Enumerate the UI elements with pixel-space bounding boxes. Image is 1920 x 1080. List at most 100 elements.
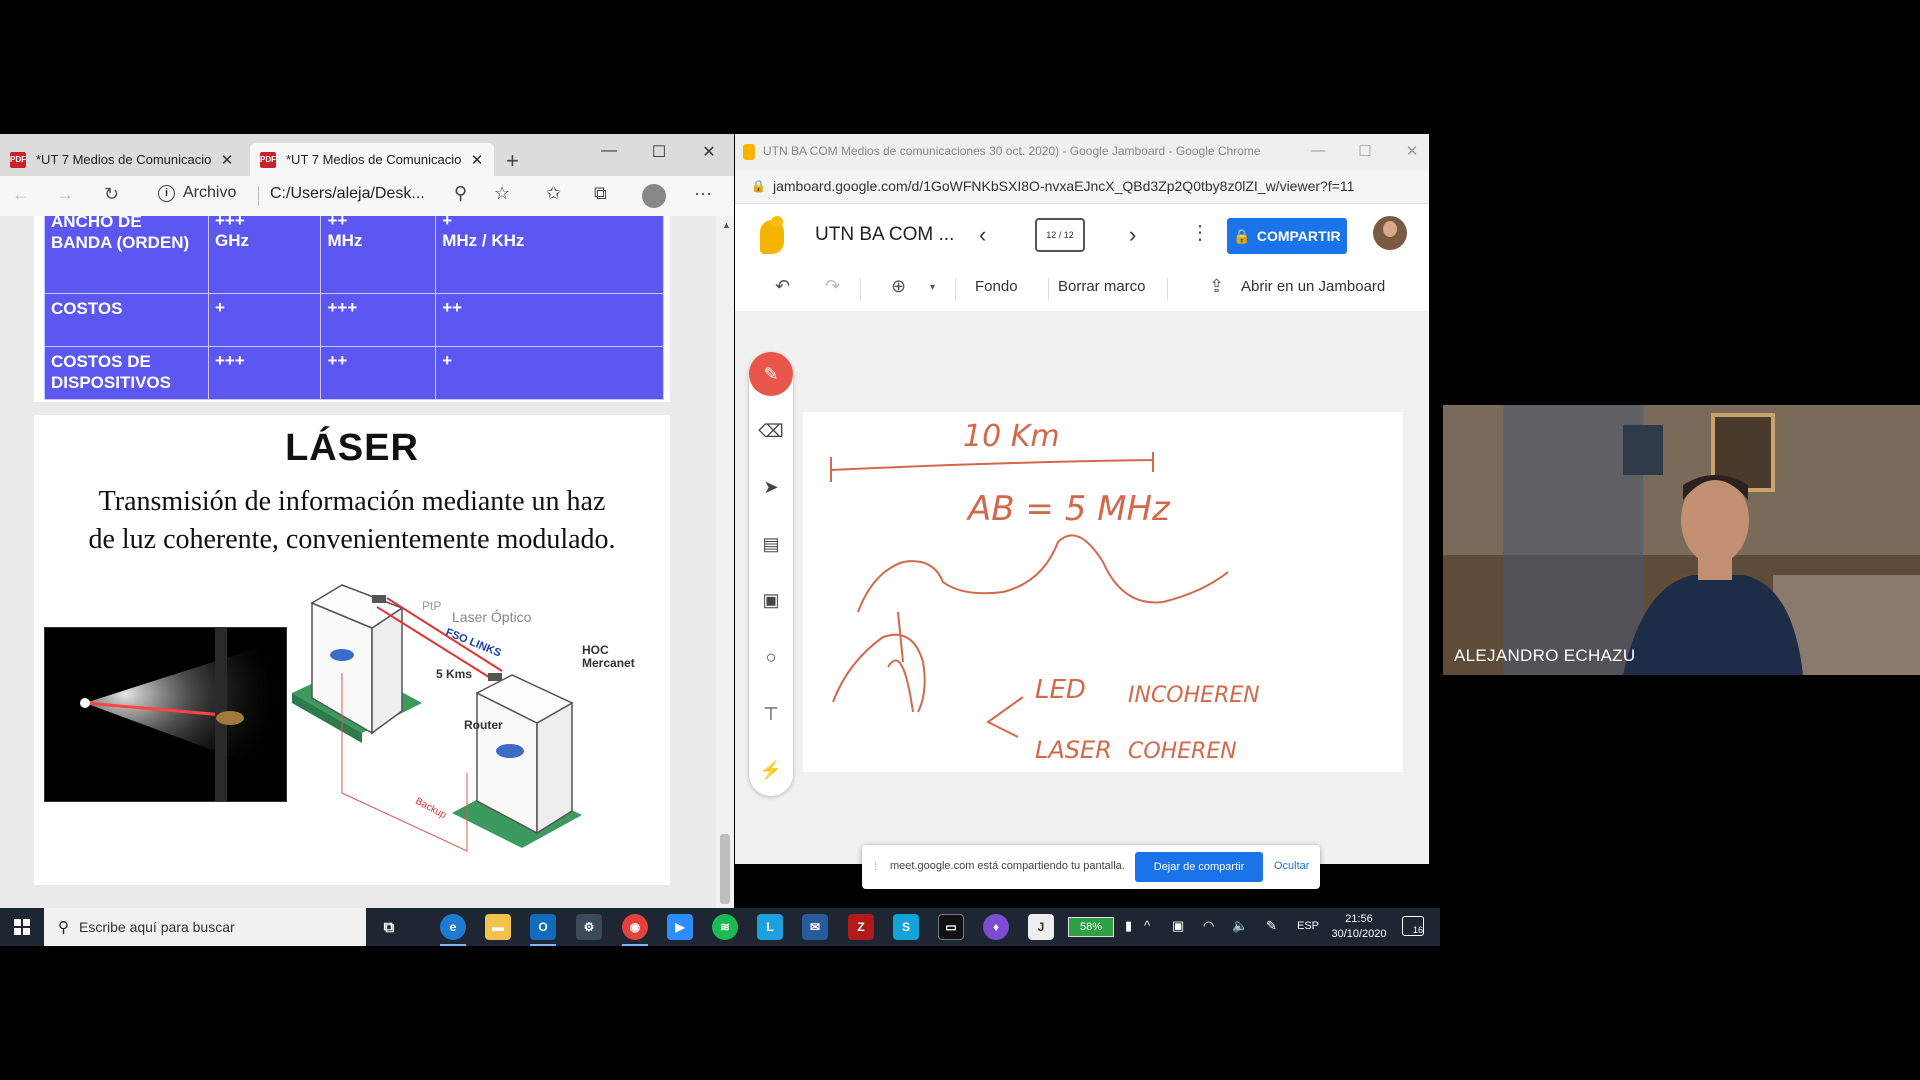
close-window-button[interactable]: ✕ [1397,142,1427,160]
mail-app-icon[interactable]: ✉ [802,914,828,940]
site-info[interactable]: i Archivo [158,184,236,202]
zoom-icon[interactable]: ⚲ [454,183,467,204]
undo-icon[interactable]: ↶ [775,276,790,297]
battery-indicator[interactable]: 58% [1068,917,1114,937]
notification-center-icon[interactable]: 16 [1402,916,1424,936]
select-icon[interactable]: ➤ [749,465,793,509]
taskbar-search[interactable]: ⚲ Escribe aquí para buscar [44,908,366,946]
edge-app-icon[interactable]: e [440,914,466,946]
zoom-icon[interactable]: ⊕ [891,276,906,297]
open-in-jamboard-button[interactable]: Abrir en un Jamboard [1241,278,1385,295]
pdf-icon: PDF [260,151,276,168]
maximize-button[interactable]: ☐ [1350,142,1380,160]
table-cell: +++ GHz [207,216,322,294]
drop-app-icon[interactable]: ♦ [983,914,1009,940]
pen-tray-icon[interactable]: ✎ [1266,918,1277,934]
text-box-icon[interactable]: ⊤ [749,692,793,736]
distance-label: 5 Kms [436,667,473,681]
jam-name[interactable]: UTN BA COM ... [815,224,954,246]
terminal-icon[interactable]: ▭ [938,914,964,940]
close-window-button[interactable]: ✕ [694,142,724,162]
laser-icon[interactable]: ⚡ [749,748,793,792]
scrollbar-thumb[interactable] [720,834,730,904]
whiteboard-frame[interactable]: 10 Km AB = 5 MHz LED INCOHEREN LASER COH… [803,412,1403,772]
address-bar[interactable]: C:/Users/aleja/Desk... [270,185,425,203]
minimize-button[interactable]: — [594,142,624,160]
zoom-app-icon[interactable]: ▶ [667,914,693,940]
led-text: LED [1035,675,1086,705]
tab-label: *UT 7 Medios de Comunicacion [286,152,462,167]
chrome-address-bar[interactable]: 🔒 jamboard.google.com/d/1GoWFNKbSXI8O-nv… [735,170,1429,204]
taskbar-clock[interactable]: 21:56 30/10/2020 [1328,912,1390,942]
drag-handle-icon[interactable]: ⁞ [874,859,877,873]
table-cell: ++ [435,293,664,347]
collections-icon[interactable]: ⧉ [594,183,607,204]
chrome-titlebar: UTN BA COM Medios de comunicaciones 30 o… [735,134,1429,170]
close-tab-icon[interactable]: ✕ [218,151,236,169]
chrome-app-icon[interactable]: ◉ [622,914,648,946]
background-button[interactable]: Fondo [975,278,1018,295]
forward-icon[interactable]: → [56,184,74,205]
network-app-icon[interactable]: ⚙ [576,914,602,940]
favorite-star-icon[interactable]: ☆ [494,183,510,204]
language-indicator[interactable]: ESP [1297,920,1319,932]
page-url[interactable]: jamboard.google.com/d/1GoWFNKbSXI8O-nvxa… [773,178,1354,194]
open-jam-icon[interactable]: ⇪ [1209,276,1224,297]
start-button[interactable] [0,908,44,946]
router-label: Router [464,718,503,732]
image-icon[interactable]: ▣ [749,578,793,622]
eraser-icon[interactable]: ⌫ [749,409,793,453]
notes-app-icon[interactable]: J [1028,914,1054,940]
pdf-viewer: ANCHO DE BANDA (ORDEN) +++ GHz ++ MHz + MHz… [0,216,734,909]
spotify-icon[interactable]: ≋ [712,914,738,940]
new-tab-button[interactable]: + [506,148,519,174]
pen-icon[interactable]: ✎ [749,352,793,396]
laser-beam-image [45,628,286,801]
maximize-button[interactable]: ☐ [644,142,674,162]
next-frame-icon[interactable]: › [1129,222,1136,248]
prev-frame-icon[interactable]: ‹ [979,222,986,248]
redo-icon[interactable]: ↷ [825,276,840,297]
more-options-icon[interactable]: ⋮ [1190,220,1210,245]
pdf-scrollbar[interactable] [716,216,734,909]
close-tab-icon[interactable]: ✕ [468,151,486,169]
minimize-button[interactable]: — [1303,142,1333,159]
sticky-note-icon[interactable]: ▤ [749,522,793,566]
back-icon[interactable]: ← [12,184,30,205]
jamboard-header: UTN BA COM ... ‹ 12 / 12 › ⋮ 🔒 COMPARTIR [735,204,1429,266]
table-cell: +++ [207,346,322,400]
battery-plug-icon: ▮ [1125,918,1133,933]
search-placeholder: Escribe aquí para buscar [79,919,235,935]
tool-palette: ✎ ⌫ ➤ ▤ ▣ ○ ⊤ ⚡ [749,352,793,796]
zoom-dropdown-icon[interactable]: ▾ [930,282,935,293]
favorites-list-icon[interactable]: ✩ [546,183,561,204]
edge-tab-1[interactable]: PDF *UT 7 Medios de Comunicacion ✕ [0,143,248,176]
share-button[interactable]: 🔒 COMPARTIR [1227,218,1347,254]
filezilla-icon[interactable]: Z [848,914,874,940]
more-menu-icon[interactable]: ··· [694,183,712,204]
clear-frame-button[interactable]: Borrar marco [1058,278,1146,295]
frame-bar-button[interactable]: 12 / 12 [1035,218,1085,252]
wifi-icon[interactable]: ◠ [1203,918,1214,934]
file-explorer-icon[interactable]: ▬ [485,914,511,940]
lync-app-icon[interactable]: L [757,914,783,940]
jamboard-favicon [743,144,755,160]
circle-icon[interactable]: ○ [749,635,793,679]
table-cell: ++ MHz [320,216,437,294]
stop-sharing-button[interactable]: Dejar de compartir [1135,852,1263,882]
show-hidden-icons[interactable]: ^ [1144,918,1150,933]
info-icon: i [158,184,175,202]
volume-icon[interactable]: 🔈 [1232,918,1248,934]
edge-tab-2[interactable]: PDF *UT 7 Medios de Comunicacion ✕ [250,143,494,176]
outlook-icon[interactable]: O [530,914,556,946]
task-view-icon[interactable]: ⧉ [376,914,402,940]
scroll-up-icon[interactable]: ▲ [722,220,731,230]
skype-icon[interactable]: S [893,914,919,940]
user-avatar[interactable] [1373,216,1407,250]
profile-avatar[interactable] [642,184,666,208]
wave-sketch-stroke [832,611,926,713]
camera-icon[interactable]: ▣ [1172,918,1184,934]
windows-taskbar: ⚲ Escribe aquí para buscar ⧉ e ▬ O ⚙ ◉ ▶… [0,908,1440,946]
hide-button[interactable]: Ocultar [1274,860,1309,872]
refresh-icon[interactable]: ↻ [104,184,119,205]
